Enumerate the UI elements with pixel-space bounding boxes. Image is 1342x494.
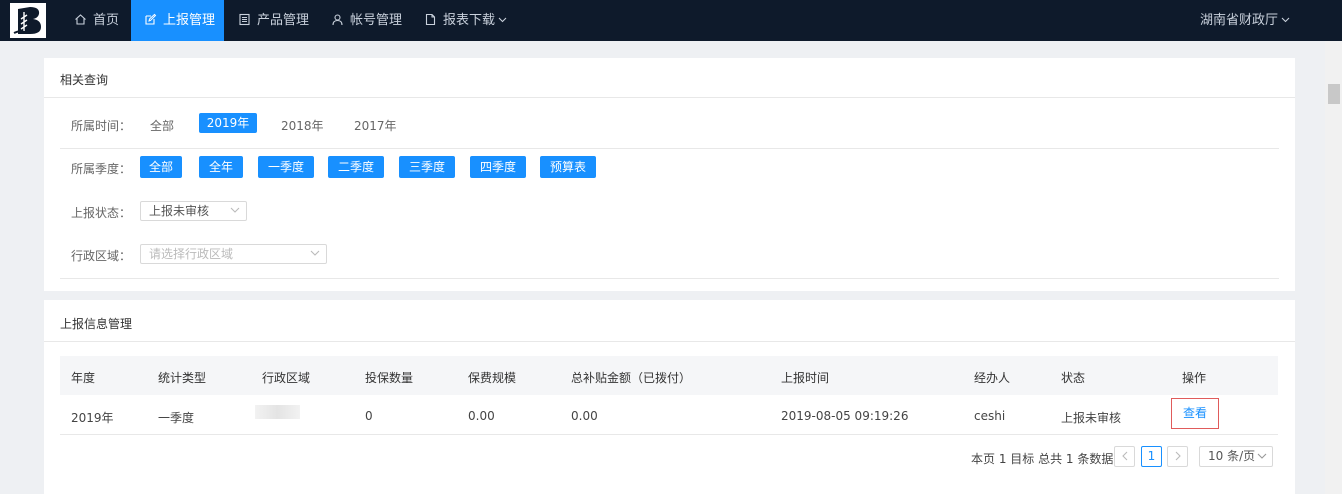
cell-subsidy: 0.00 bbox=[571, 409, 598, 423]
quarter-option-all[interactable]: 全部 bbox=[140, 156, 182, 178]
chevron-left-icon bbox=[1121, 451, 1127, 461]
quarter-filter-label: 所属季度： bbox=[71, 162, 132, 176]
chevron-down-icon bbox=[498, 17, 507, 23]
user-icon bbox=[332, 14, 343, 26]
query-panel: 相关查询 所属时间： 全部 2019年 2018年 2017年 所属季度： 全部… bbox=[44, 58, 1295, 291]
nav-product-management[interactable]: 产品管理 bbox=[238, 0, 309, 41]
status-select[interactable]: 上报未审核 bbox=[140, 201, 247, 221]
table-panel-title: 上报信息管理 bbox=[60, 317, 133, 331]
nav-home[interactable]: 首页 bbox=[62, 0, 132, 41]
status-select-value: 上报未审核 bbox=[149, 204, 210, 218]
page-size-select[interactable]: 10 条/页 bbox=[1199, 446, 1273, 467]
nav-home-label: 首页 bbox=[93, 13, 120, 28]
region-select[interactable]: 请选择行政区域 bbox=[140, 244, 327, 264]
view-link[interactable]: 查看 bbox=[1171, 398, 1219, 429]
cell-region-redacted bbox=[255, 405, 300, 419]
column-header-action: 操作 bbox=[1182, 371, 1207, 385]
user-menu[interactable]: 湖南省财政厅 bbox=[1200, 0, 1290, 41]
vertical-scrollbar[interactable] bbox=[1325, 41, 1342, 494]
cell-count: 0 bbox=[365, 409, 373, 423]
top-navbar: 首页 上报管理 产品管理 帐号管理 报表下载 湖南省财政厅 bbox=[0, 0, 1342, 41]
nav-report-label: 上报管理 bbox=[163, 13, 216, 28]
table-header: 年度 统计类型 行政区域 投保数量 保费规模 总补贴金额（已拨付） 上报时间 经… bbox=[60, 356, 1278, 395]
divider bbox=[44, 341, 1295, 342]
column-header-count: 投保数量 bbox=[365, 371, 414, 385]
document-list-icon bbox=[239, 13, 250, 26]
column-header-report-time: 上报时间 bbox=[781, 371, 830, 385]
chevron-right-icon bbox=[1175, 451, 1181, 461]
time-option-2017[interactable]: 2017年 bbox=[354, 117, 397, 134]
divider bbox=[44, 97, 1295, 98]
report-table-panel: 上报信息管理 年度 统计类型 行政区域 投保数量 保费规模 总补贴金额（已拨付）… bbox=[44, 300, 1295, 494]
nav-product-label: 产品管理 bbox=[257, 13, 310, 28]
column-header-region: 行政区域 bbox=[262, 371, 311, 385]
chevron-down-icon bbox=[230, 207, 240, 213]
query-panel-title: 相关查询 bbox=[60, 73, 109, 87]
region-select-placeholder: 请选择行政区域 bbox=[149, 247, 234, 261]
nav-report-download[interactable]: 报表下载 bbox=[424, 0, 507, 41]
scrollbar-thumb[interactable] bbox=[1328, 84, 1340, 104]
quarter-option-full-year[interactable]: 全年 bbox=[199, 156, 243, 178]
edit-icon bbox=[145, 13, 157, 25]
page-number-button[interactable]: 1 bbox=[1141, 446, 1162, 467]
page-size-value: 10 条/页 bbox=[1208, 449, 1256, 463]
region-filter-label: 行政区域： bbox=[71, 249, 132, 263]
divider bbox=[60, 278, 1279, 279]
nav-download-label: 报表下载 bbox=[443, 13, 496, 28]
user-name: 湖南省财政厅 bbox=[1199, 13, 1278, 28]
time-filter-label: 所属时间： bbox=[71, 119, 132, 133]
quarter-option-budget[interactable]: 预算表 bbox=[540, 156, 596, 178]
time-option-2019[interactable]: 2019年 bbox=[199, 113, 257, 133]
app-logo[interactable] bbox=[10, 3, 46, 38]
divider bbox=[60, 148, 1279, 149]
cell-handler: ceshi bbox=[974, 409, 1006, 423]
prev-page-button[interactable] bbox=[1114, 446, 1135, 467]
column-header-subsidy: 总补贴金额（已拨付） bbox=[571, 371, 692, 385]
column-header-handler: 经办人 bbox=[974, 371, 1011, 385]
nav-account-management[interactable]: 帐号管理 bbox=[331, 0, 402, 41]
time-option-2018[interactable]: 2018年 bbox=[281, 117, 324, 134]
cell-year: 2019年 bbox=[71, 411, 114, 425]
chevron-down-icon bbox=[1281, 17, 1290, 23]
column-header-status: 状态 bbox=[1061, 371, 1086, 385]
cell-status: 上报未审核 bbox=[1061, 411, 1122, 425]
pagination-info: 本页 1 目标 总共 1 条数据 bbox=[971, 452, 1114, 466]
nav-report-management[interactable]: 上报管理 bbox=[131, 0, 224, 41]
file-icon bbox=[425, 13, 436, 26]
column-header-premium: 保费规模 bbox=[468, 371, 517, 385]
chevron-down-icon bbox=[310, 250, 320, 256]
column-header-year: 年度 bbox=[71, 371, 96, 385]
chevron-down-icon bbox=[1257, 453, 1267, 459]
quarter-option-q1[interactable]: 一季度 bbox=[258, 156, 314, 178]
table-row: 2019年 一季度 0 0.00 0.00 2019-08-05 09:19:2… bbox=[60, 395, 1278, 435]
quarter-option-q2[interactable]: 二季度 bbox=[328, 156, 384, 178]
quarter-option-q4[interactable]: 四季度 bbox=[470, 156, 526, 178]
quarter-option-q3[interactable]: 三季度 bbox=[399, 156, 455, 178]
status-filter-label: 上报状态： bbox=[71, 206, 132, 220]
cell-report-time: 2019-08-05 09:19:26 bbox=[781, 409, 909, 423]
next-page-button[interactable] bbox=[1167, 446, 1188, 467]
cell-premium: 0.00 bbox=[468, 409, 495, 423]
cell-type: 一季度 bbox=[158, 411, 195, 425]
time-option-all[interactable]: 全部 bbox=[150, 117, 174, 134]
column-header-type: 统计类型 bbox=[158, 371, 207, 385]
logo-icon bbox=[13, 7, 41, 34]
nav-account-label: 帐号管理 bbox=[350, 13, 403, 28]
home-icon bbox=[75, 14, 86, 25]
